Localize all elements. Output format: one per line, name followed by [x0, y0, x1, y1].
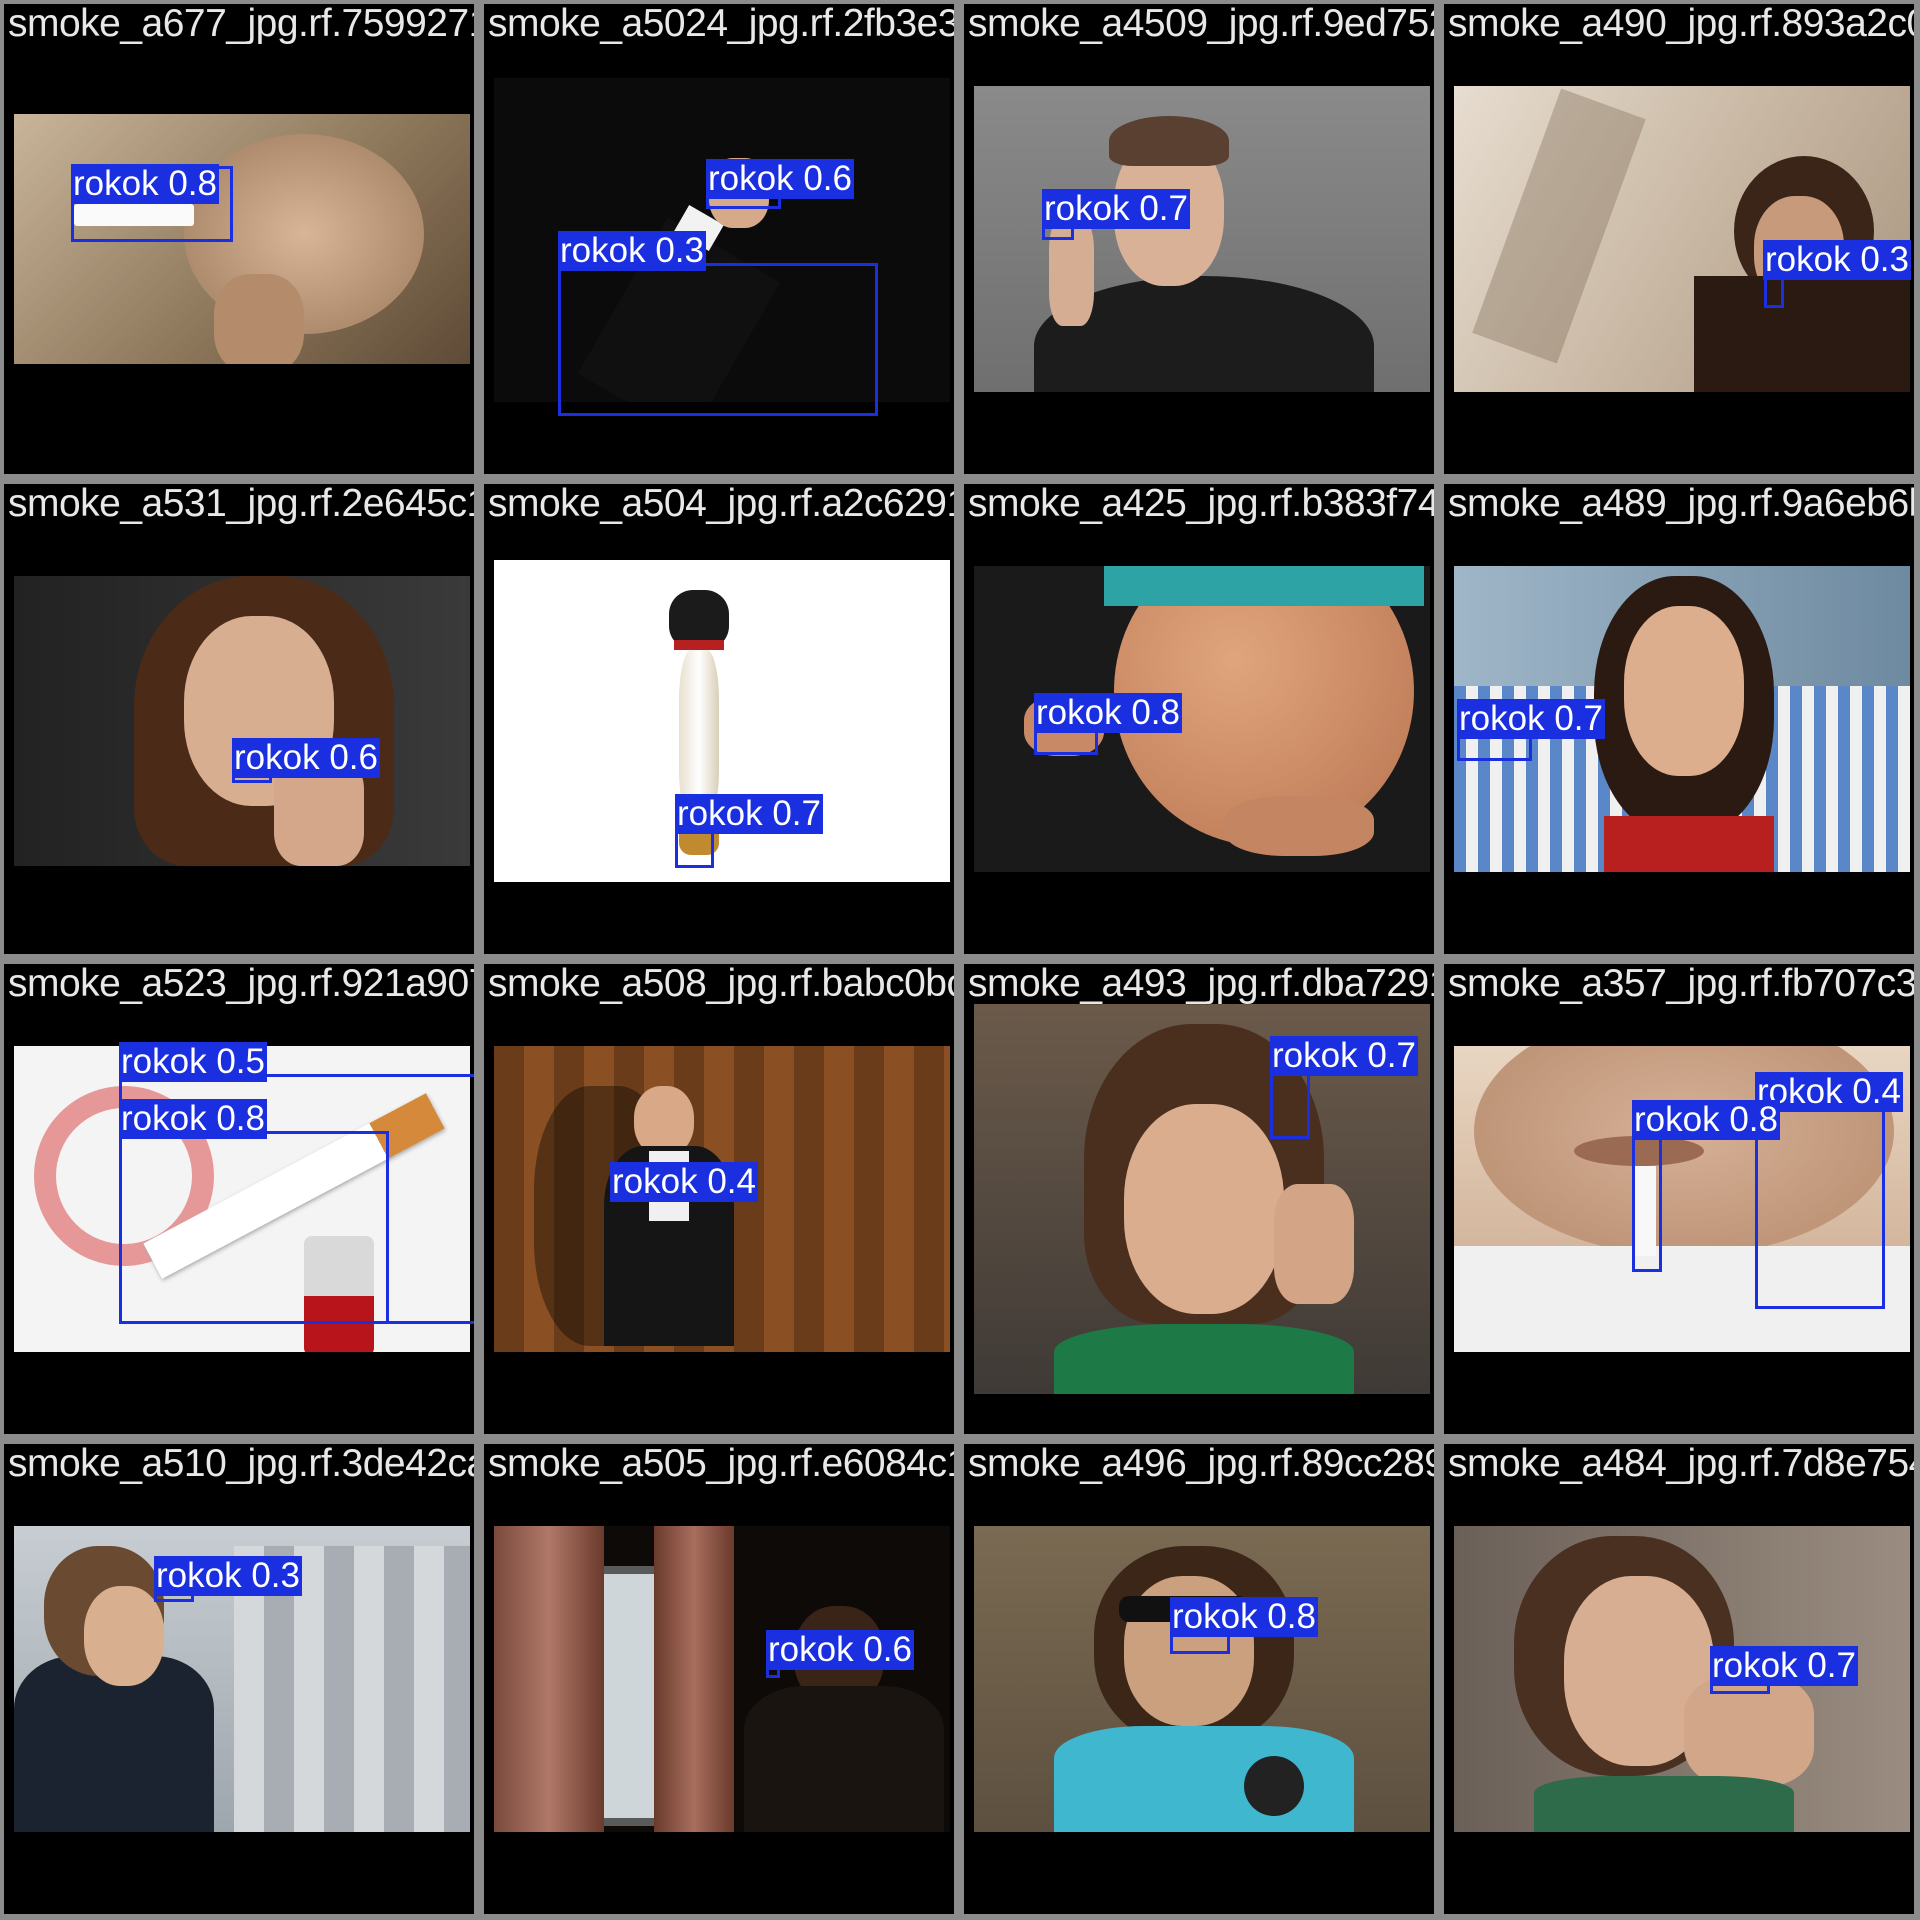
tile-9[interactable]: smoke_a523_jpg.rf.921a907f1815bdf5c08b86… — [4, 964, 474, 1434]
detection-label: rokok 0.5 — [119, 1042, 267, 1082]
tile-13[interactable]: smoke_a510_jpg.rf.3de42ca254038f15057 8e… — [4, 1444, 474, 1914]
tile-filename: smoke_a4509_jpg.rf.9ed752 9ae18b3f4904ee — [968, 4, 1434, 45]
detection-label: rokok 0.6 — [232, 738, 380, 778]
tile-16[interactable]: smoke_a484_jpg.rf.7d8e754 rokok 0.7 — [1444, 1444, 1914, 1914]
tile-1[interactable]: smoke_a677_jpg.rf.75992718773 7c93024 8p… — [4, 4, 474, 474]
tile-3[interactable]: smoke_a4509_jpg.rf.9ed752 9ae18b3f4904ee… — [964, 4, 1434, 474]
tile-filename: smoke_a5024_jpg.rf.2fb3e3c79ef8c44508 9a… — [488, 4, 954, 45]
tile-2[interactable]: smoke_a5024_jpg.rf.2fb3e3c79ef8c44508 9a… — [484, 4, 954, 474]
detection-label: rokok 0.3 — [1763, 240, 1911, 280]
detection-label: rokok 0.3 — [154, 1556, 302, 1596]
detection-label: rokok 0.8 — [1170, 1597, 1318, 1637]
detection-label: rokok 0.8 — [71, 164, 219, 204]
tile-7[interactable]: smoke_a425_jpg.rf.b383f74 37e529ca4897 1… — [964, 484, 1434, 954]
detection-label: rokok 0.6 — [706, 159, 854, 199]
tile-filename: smoke_a531_jpg.rf.2e645c126c1f9fdf5074 — [8, 484, 474, 525]
tile-photo — [974, 1526, 1430, 1832]
tile-filename: smoke_a505_jpg.rf.e6084c1c02afff2796 1f5 — [488, 1444, 954, 1485]
tile-filename: smoke_a510_jpg.rf.3de42ca254038f15057 8e… — [8, 1444, 474, 1485]
tile-filename: smoke_a490_jpg.rf.893a2c0 — [1448, 4, 1914, 45]
detection-label: rokok 0.8 — [1034, 693, 1182, 733]
detection-label: rokok 0.8 — [119, 1099, 267, 1139]
tile-10[interactable]: smoke_a508_jpg.rf.babc0bcf8a5e53649d548 … — [484, 964, 954, 1434]
detection-label: rokok 0.6 — [766, 1630, 914, 1670]
tile-5[interactable]: smoke_a531_jpg.rf.2e645c126c1f9fdf5074 r… — [4, 484, 474, 954]
detection-box[interactable] — [1632, 1132, 1662, 1272]
detection-label: rokok 0.8 — [1632, 1100, 1780, 1140]
tile-filename: smoke_a496_jpg.rf.89cc28950675 41484b15 — [968, 1444, 1434, 1485]
tile-photo — [494, 1526, 950, 1832]
tile-14[interactable]: smoke_a505_jpg.rf.e6084c1c02afff2796 1f5… — [484, 1444, 954, 1914]
detection-label: rokok 0.7 — [675, 794, 823, 834]
detection-label: rokok 0.7 — [1710, 1646, 1858, 1686]
tile-filename: smoke_a523_jpg.rf.921a907f1815bdf5c08b86 — [8, 964, 474, 1005]
detection-box[interactable] — [1270, 1069, 1310, 1139]
tile-11[interactable]: smoke_a493_jpg.rf.dba7291d13437 2e8357ba… — [964, 964, 1434, 1434]
detection-box[interactable] — [558, 263, 878, 416]
tile-filename: smoke_a504_jpg.rf.a2c6291979248a02 5f030 — [488, 484, 954, 525]
tile-6[interactable]: smoke_a504_jpg.rf.a2c6291979248a02 5f030… — [484, 484, 954, 954]
tile-filename: smoke_a489_jpg.rf.9a6eb6b — [1448, 484, 1914, 525]
tile-photo — [1454, 86, 1910, 392]
tile-12[interactable]: smoke_a357_jpg.rf.fb707c3 rokok 0.4 roko… — [1444, 964, 1914, 1434]
tile-filename: smoke_a493_jpg.rf.dba7291d13437 2e8357ba… — [968, 964, 1434, 1005]
tile-filename: smoke_a425_jpg.rf.b383f74 37e529ca4897 1… — [968, 484, 1434, 525]
tile-filename: smoke_a484_jpg.rf.7d8e754 — [1448, 1444, 1914, 1485]
tile-filename: smoke_a508_jpg.rf.babc0bcf8a5e53649d548 — [488, 964, 954, 1005]
detection-label: rokok 0.7 — [1270, 1036, 1418, 1076]
detection-label: rokok 0.3 — [558, 231, 706, 271]
tile-4[interactable]: smoke_a490_jpg.rf.893a2c0 rokok 0.3 — [1444, 4, 1914, 474]
tile-8[interactable]: smoke_a489_jpg.rf.9a6eb6b rokok 0.7 — [1444, 484, 1914, 954]
mosaic-grid: smoke_a677_jpg.rf.75992718773 7c93024 8p… — [0, 0, 1920, 1920]
tile-15[interactable]: smoke_a496_jpg.rf.89cc28950675 41484b15 … — [964, 1444, 1434, 1914]
detection-label: rokok 0.4 — [610, 1162, 758, 1202]
tile-filename: smoke_a357_jpg.rf.fb707c3 — [1448, 964, 1914, 1005]
detection-label: rokok 0.7 — [1042, 189, 1190, 229]
detection-label: rokok 0.7 — [1457, 699, 1605, 739]
tile-photo — [14, 576, 470, 866]
tile-filename: smoke_a677_jpg.rf.75992718773 7c93024 8p… — [8, 4, 474, 45]
detection-box[interactable] — [119, 1131, 389, 1324]
